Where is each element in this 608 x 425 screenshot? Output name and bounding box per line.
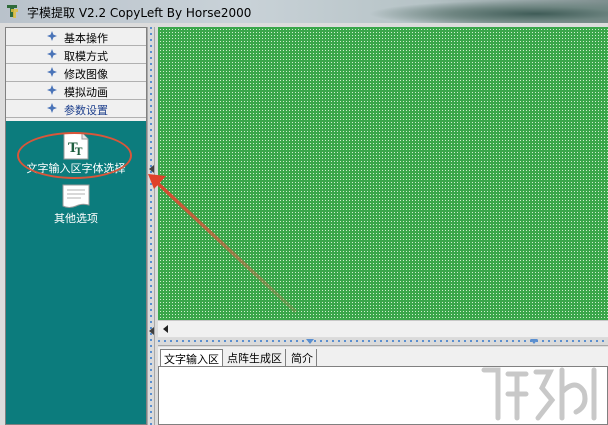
tab-intro[interactable]: 简介 xyxy=(288,349,317,366)
other-options-label: 其他选项 xyxy=(54,212,98,225)
menu-item-basic-operation[interactable]: 基本操作 xyxy=(6,28,146,46)
collapse-left-icon[interactable] xyxy=(149,327,155,335)
title-bar: 字模提取 V2.2 CopyLeft By Horse2000 xyxy=(0,0,608,23)
menu-item-label: 参数设置 xyxy=(64,104,108,117)
menu-item-label: 基本操作 xyxy=(64,32,108,45)
other-options-tool[interactable]: 其他选项 xyxy=(36,184,116,226)
font-tt-icon: T T xyxy=(63,132,89,160)
splitter-grip xyxy=(158,340,608,342)
tab-label: 简介 xyxy=(291,352,313,365)
tab-label: 点阵生成区 xyxy=(227,352,282,365)
vertical-splitter[interactable] xyxy=(147,27,155,425)
menu-item-modulo-mode[interactable]: 取模方式 xyxy=(6,46,146,64)
menu-item-edit-image[interactable]: 修改图像 xyxy=(6,64,146,82)
title-bar-decoration xyxy=(368,0,608,23)
tab-label: 文字输入区 xyxy=(164,353,219,366)
collapse-up-icon[interactable] xyxy=(306,339,314,345)
scroll-left-icon[interactable] xyxy=(161,324,171,334)
text-input-area[interactable] xyxy=(158,366,608,425)
tool-panel: T T 文字输入区字体选择 其他选项 xyxy=(6,121,146,424)
menu-item-label: 取模方式 xyxy=(64,50,108,63)
splitter-grip xyxy=(150,27,152,425)
app-icon xyxy=(7,5,18,18)
font-select-label: 文字输入区字体选择 xyxy=(26,162,126,175)
horizontal-scrollbar[interactable] xyxy=(158,320,608,337)
diamond-icon xyxy=(47,103,57,113)
dot-matrix-canvas[interactable] xyxy=(158,27,608,320)
document-icon xyxy=(62,184,90,208)
svg-text:T: T xyxy=(75,147,83,158)
window-title: 字模提取 V2.2 CopyLeft By Horse2000 xyxy=(27,6,252,20)
menu-item-simulate-animation[interactable]: 模拟动画 xyxy=(6,82,146,100)
menu-item-parameter-settings[interactable]: 参数设置 xyxy=(6,100,146,118)
collapse-down-icon[interactable] xyxy=(530,339,538,345)
tab-dot-matrix-output[interactable]: 点阵生成区 xyxy=(224,349,286,366)
left-panel: 基本操作 取模方式 修改图像 模拟动画 参数设置 T T 文字输入区字体选择 其… xyxy=(5,27,147,425)
bottom-tab-strip: 文字输入区 点阵生成区 简介 xyxy=(158,347,608,367)
collapse-left-icon[interactable] xyxy=(149,165,155,173)
horizontal-splitter[interactable] xyxy=(158,338,608,346)
diamond-icon xyxy=(47,85,57,95)
diamond-icon xyxy=(47,31,57,41)
diamond-icon xyxy=(47,67,57,77)
font-select-tool[interactable]: T T 文字输入区字体选择 xyxy=(16,132,136,176)
menu-item-label: 修改图像 xyxy=(64,68,108,81)
diamond-icon xyxy=(47,49,57,59)
menu-item-label: 模拟动画 xyxy=(64,86,108,99)
tab-text-input[interactable]: 文字输入区 xyxy=(160,349,223,366)
